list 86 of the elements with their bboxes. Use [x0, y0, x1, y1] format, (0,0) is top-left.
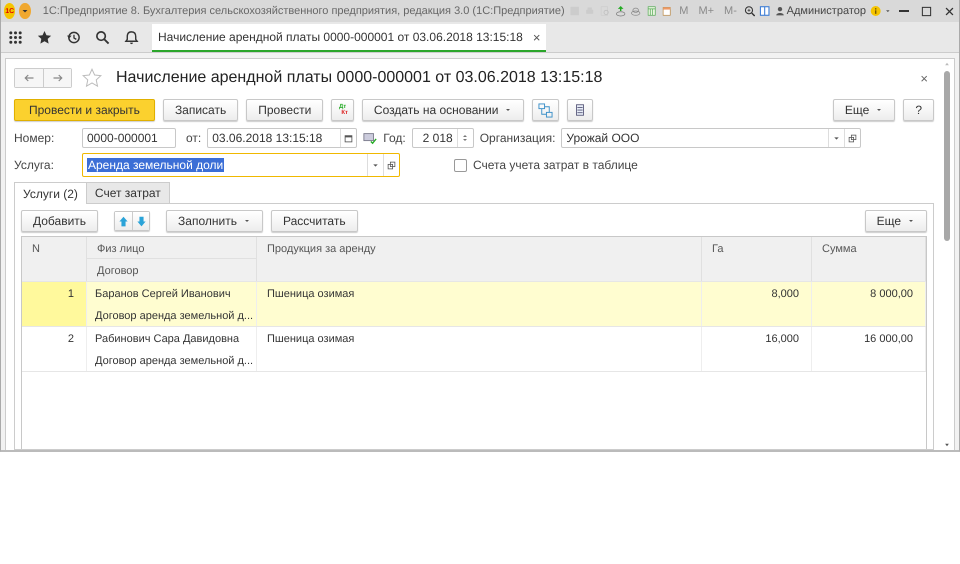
person-icon — [774, 6, 785, 16]
table-cell: 16,000 — [702, 327, 812, 371]
caret-icon — [907, 217, 915, 225]
back-button[interactable] — [15, 69, 43, 87]
table-cell: Рабинович Сара Давидовна — [87, 327, 257, 349]
caret-icon — [242, 217, 251, 225]
tab-close-button[interactable]: × — [532, 30, 540, 44]
command-button[interactable]: Провести — [246, 99, 324, 121]
add-button[interactable]: Добавить — [21, 210, 98, 232]
structure-icon — [538, 102, 554, 118]
input-field[interactable]: 2 018 — [412, 128, 474, 148]
minimize-icon — [899, 10, 910, 12]
table-cell: 1 — [22, 282, 87, 326]
history-icon — [66, 30, 81, 44]
table-cell: Баранов Сергей Иванович — [87, 282, 257, 304]
zoom-icon[interactable] — [744, 3, 756, 19]
structure-button[interactable] — [532, 99, 560, 121]
bell-icon — [124, 30, 139, 44]
star-icon — [37, 30, 52, 44]
close-icon — [944, 6, 956, 16]
panels-icon[interactable] — [759, 3, 771, 19]
table-cell: Пшеница озимая — [257, 282, 702, 326]
table-cell: 8 000,00 — [812, 282, 926, 326]
checkbox[interactable] — [454, 158, 467, 172]
field-label: Год: — [383, 131, 406, 145]
apps-icon — [8, 30, 23, 44]
checkbox-label: Счета учета затрат в таблице — [473, 158, 638, 172]
field-label: Организация: — [480, 131, 556, 145]
column-header: Продукция за аренду — [257, 237, 702, 281]
input-field[interactable]: 03.06.2018 13:15:18 — [207, 128, 358, 148]
more-button[interactable]: Еще — [864, 210, 927, 232]
forward-arrow-icon — [52, 72, 64, 84]
table-cell: Пшеница озимая — [257, 327, 702, 371]
column-header: N — [22, 237, 87, 281]
input-field[interactable]: 0000-000001 — [82, 128, 176, 148]
upload-icon[interactable] — [614, 3, 626, 19]
info-icon[interactable] — [870, 3, 882, 19]
move-down-button[interactable] — [132, 212, 150, 230]
input-field[interactable]: Аренда земельной доли — [82, 153, 400, 177]
tab[interactable]: Услуги (2) — [14, 182, 87, 204]
user-name[interactable]: Администратор — [786, 5, 866, 17]
open-window-icon[interactable] — [387, 160, 396, 170]
table-row[interactable]: 1 Баранов Сергей Иванович Пшеница озимая 8,000 8 000,00 Договор аренда земельной д... — [22, 282, 926, 327]
form-close-button[interactable]: × — [914, 70, 934, 86]
list-button[interactable] — [567, 99, 594, 121]
help-button[interactable]: ? — [903, 99, 934, 121]
field-label: Номер: — [14, 131, 56, 145]
table-cell: Договор аренда земельной д... — [87, 349, 257, 371]
column-header: Договор — [87, 259, 257, 281]
forward-button[interactable] — [43, 69, 71, 87]
caret-icon — [504, 106, 512, 114]
tab[interactable]: Счет затрат — [86, 182, 170, 203]
back-arrow-icon — [23, 72, 35, 84]
post-and-close-button[interactable]: Провести и закрыть — [14, 99, 155, 121]
form-title: Начисление арендной платы 0000-000001 от 03.06.2018 13:15:18 — [116, 69, 604, 87]
open-tab[interactable]: Начисление арендной платы 0000-000001 от 03.06.2018 13:15:18 × — [152, 24, 546, 52]
search-icon — [95, 30, 110, 44]
column-header: Га — [702, 237, 812, 281]
caret-icon — [21, 7, 30, 15]
fill-button[interactable]: Заполнить — [166, 210, 263, 232]
table-cell: 2 — [22, 327, 87, 371]
table-row[interactable]: 2 Рабинович Сара Давидовна Пшеница озимая 16,000 16 000,00 Договор аренда земельной д... — [22, 327, 926, 372]
field-label: Услуга: — [14, 158, 55, 172]
column-header: Сумма — [812, 237, 926, 281]
calculate-button[interactable]: Рассчитать — [270, 210, 358, 232]
down-arrow-icon — [136, 216, 147, 226]
table-cell: 8,000 — [702, 282, 812, 326]
dropdown-button[interactable]: Создать на основании — [362, 99, 524, 121]
fill-date-icon[interactable] — [363, 131, 378, 145]
calendar-icon[interactable] — [344, 134, 354, 142]
more-button[interactable]: Еще — [832, 99, 896, 121]
main-menu-button[interactable] — [19, 3, 31, 19]
command-button[interactable]: Записать — [162, 99, 238, 121]
spin-arrows-icon — [461, 132, 470, 144]
star-icon[interactable] — [82, 68, 102, 88]
move-up-button[interactable] — [115, 212, 132, 230]
caret-icon — [875, 106, 884, 114]
table-cell: 16 000,00 — [812, 327, 926, 371]
up-arrow-icon — [118, 216, 130, 226]
field-label: от: — [186, 131, 202, 145]
table-cell: Договор аренда земельной д... — [87, 304, 257, 326]
maximize-icon — [921, 6, 932, 16]
column-header: Физ лицо — [87, 237, 257, 259]
window-title: 1С:Предприятие 8. Бухгалтерия сельскохозяйственного предприятия, редакция 3.0 (1С:Предприятие) — [42, 5, 565, 17]
open-window-icon[interactable] — [848, 134, 858, 142]
input-field[interactable]: Урожай ООО — [561, 128, 862, 148]
